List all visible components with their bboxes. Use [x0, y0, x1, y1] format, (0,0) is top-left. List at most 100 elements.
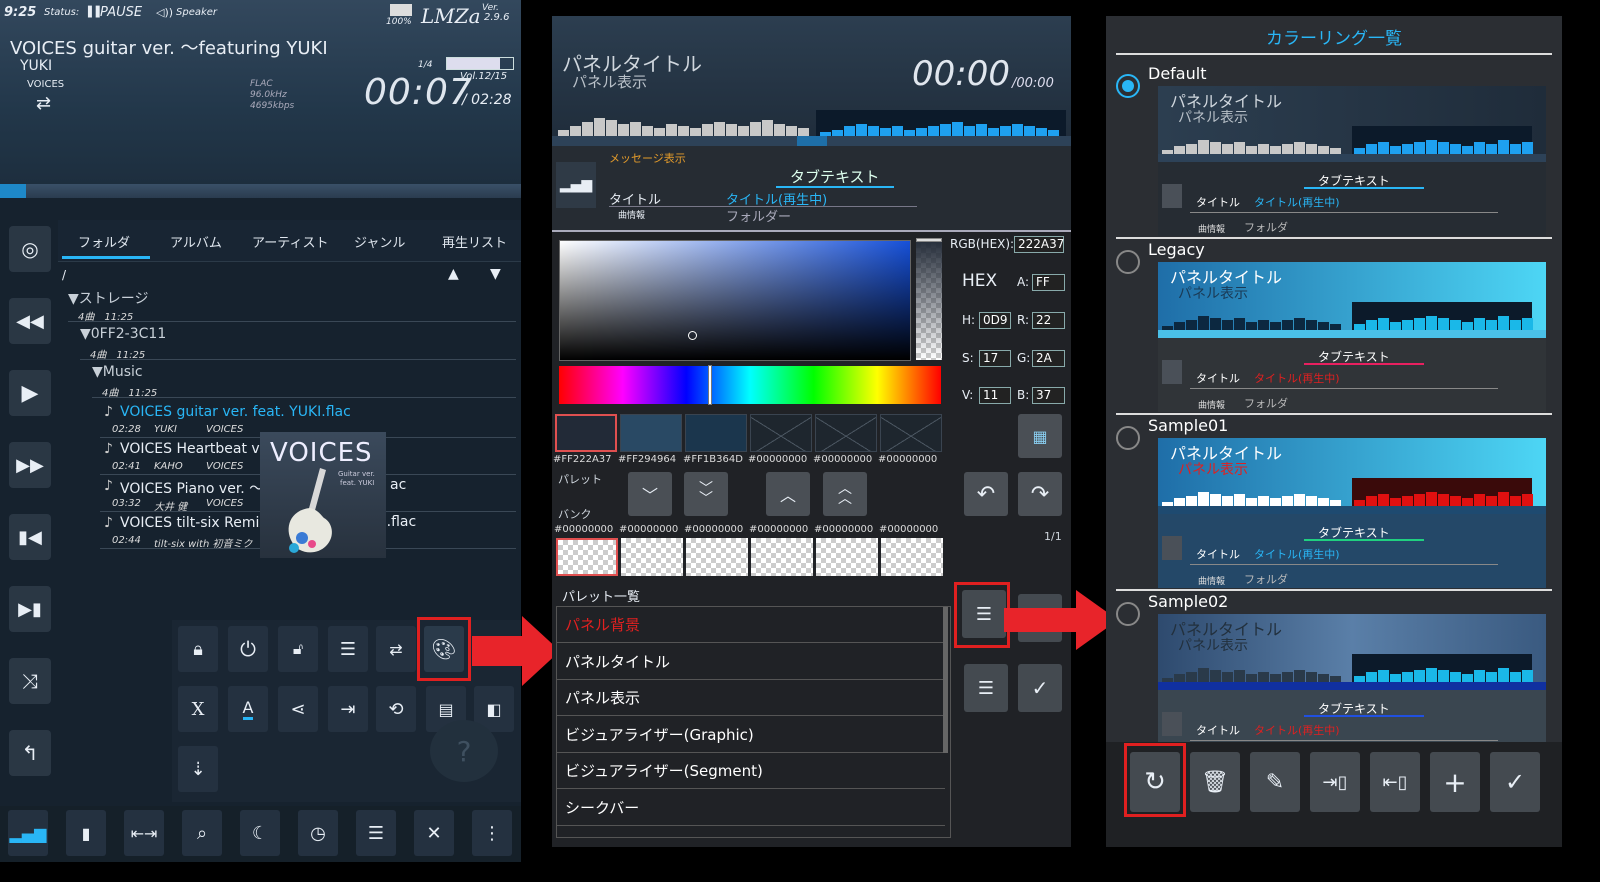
scroll-down-icon[interactable]: ▼ [490, 266, 501, 282]
add-button[interactable]: + [1430, 752, 1480, 812]
repeat-toggle-button[interactable]: ⟲ [376, 686, 416, 732]
unlock-button[interactable]: 🔓︎ [278, 626, 318, 672]
move-up-button[interactable]: ︿ [766, 472, 810, 516]
radio-button[interactable] [1116, 250, 1140, 274]
color-swatch[interactable] [750, 414, 812, 452]
color-swatch[interactable] [620, 414, 682, 452]
tag-button[interactable]: ▮ [66, 810, 106, 856]
apply-button[interactable]: ✓ [1490, 752, 1540, 812]
shuffle-button[interactable]: ⤨ [9, 658, 51, 704]
bank-swatch[interactable] [816, 538, 878, 576]
hue-slider[interactable] [559, 365, 941, 405]
tab-4[interactable]: 再生リスト [442, 232, 507, 251]
power-button[interactable]: ⏻ [228, 626, 268, 672]
color-swatch[interactable] [815, 414, 877, 452]
palette-list-item[interactable]: パネルタイトル [557, 644, 945, 680]
color-mode-label[interactable]: HEX [962, 271, 997, 291]
undo-button[interactable]: ↶ [964, 472, 1008, 516]
export-button[interactable]: ⇤▯ [1370, 752, 1420, 812]
color-swatch[interactable] [880, 414, 942, 452]
folder-node[interactable]: ▼Music [92, 364, 143, 380]
tab-2[interactable]: アーティスト [252, 232, 328, 251]
bank-swatch[interactable] [556, 538, 618, 576]
move-down-button[interactable]: ﹀ [628, 472, 672, 516]
ab-repeat-button[interactable]: ⇤⇥ [124, 810, 164, 856]
edit-button[interactable]: ✎ [1250, 752, 1300, 812]
color-swatch[interactable] [555, 414, 617, 452]
settings-sliders-button[interactable]: ☰ [356, 810, 396, 856]
import-button[interactable]: ⇥▯ [1310, 752, 1360, 812]
tab-1[interactable]: アルバム [170, 232, 222, 251]
tools-button[interactable]: ✕ [414, 810, 454, 856]
grid-palette-button[interactable]: ▦ [1018, 414, 1062, 458]
volume-bar[interactable] [446, 57, 514, 70]
saturation-input[interactable]: 17 [979, 350, 1011, 367]
sort-button[interactable]: ⇣ [178, 746, 218, 792]
blue-input[interactable]: 37 [1032, 387, 1065, 404]
sleep-timer-button[interactable]: ☾ [240, 810, 280, 856]
file-transfer-button[interactable]: ⇄ [376, 626, 416, 672]
saturation-value-picker[interactable] [559, 240, 911, 361]
red-input[interactable]: 22 [1032, 312, 1065, 329]
delete-button[interactable]: 🗑︎ [1190, 752, 1240, 812]
play-button[interactable]: ▶ [9, 370, 51, 416]
repeat-icon[interactable]: ⇄ [36, 93, 51, 114]
radio-button[interactable] [1116, 602, 1140, 626]
text-format-button[interactable]: X [178, 686, 218, 732]
next-button[interactable]: ▶▮ [9, 586, 51, 632]
palette-list-item[interactable]: シークバー [557, 790, 945, 826]
color-ring-item[interactable]: Sample01 パネルタイトル パネル表示 タブテキスト タイトル タイトル(再生中) 曲… [1106, 414, 1562, 591]
folder-up-button[interactable]: ↰ [9, 730, 51, 776]
color-ring-item[interactable]: Legacy パネルタイトル パネル表示 タブテキスト タイトル タイトル(再生中) 曲情報… [1106, 238, 1562, 415]
more-button[interactable]: ⋮ [472, 810, 512, 856]
palette-list-item[interactable]: ビジュアライザー(Graphic) [557, 717, 945, 753]
color-swatch[interactable] [685, 414, 747, 452]
radio-button[interactable] [1116, 74, 1140, 98]
tab-3[interactable]: ジャンル [354, 232, 405, 251]
bank-swatch[interactable] [686, 538, 748, 576]
lock-button[interactable]: 🔒︎ [178, 626, 218, 672]
value-input[interactable]: 11 [979, 387, 1011, 404]
picker-cursor[interactable] [688, 331, 697, 340]
alpha-slider[interactable] [916, 238, 942, 360]
list-button[interactable]: ☰ [964, 664, 1008, 712]
add-to-queue-button[interactable]: ⇥ [328, 686, 368, 732]
alpha-input[interactable]: FF [1032, 274, 1065, 291]
color-ring-item[interactable]: Sample02 パネルタイトル パネル表示 タブテキスト タイトル タイトル(再生中) [1106, 590, 1562, 766]
palette-list-item[interactable]: パネル背景 [557, 607, 945, 643]
fast-forward-button[interactable]: ▶▶ [9, 442, 51, 488]
hue-cursor[interactable] [708, 365, 712, 405]
previous-button[interactable]: ▮◀ [9, 514, 51, 560]
folder-node[interactable]: ▼ストレージ [68, 288, 149, 308]
font-color-button[interactable]: A [228, 686, 268, 732]
visualizer-mode-button[interactable]: ◎ [9, 226, 51, 272]
bank-swatch[interactable] [621, 538, 683, 576]
move-bottom-button[interactable]: ﹀ ﹀ [684, 472, 728, 516]
redo-button[interactable]: ↷ [1018, 472, 1062, 516]
help-button[interactable]: ? [430, 720, 498, 782]
search-button[interactable]: ⌕ [182, 810, 222, 856]
confirm-button[interactable]: ✓ [1018, 664, 1062, 712]
bank-swatch[interactable] [751, 538, 813, 576]
folder-node[interactable]: ▼0FF2-3C11 [80, 326, 166, 342]
palette-list-item[interactable]: ビジュアライザー(Segment) [557, 753, 945, 789]
radio-button[interactable] [1116, 426, 1140, 450]
seek-bar[interactable] [0, 184, 521, 198]
ring-preview-icon [1162, 536, 1182, 560]
bank-swatch[interactable] [881, 538, 943, 576]
rewind-button[interactable]: ◀◀ [9, 298, 51, 344]
hue-input[interactable]: 0D9 [979, 312, 1011, 329]
scroll-up-icon[interactable]: ▲ [448, 266, 459, 282]
alarm-button[interactable]: ◷ [298, 810, 338, 856]
palette-list-item[interactable]: パネル表示 [557, 680, 945, 716]
tab-0[interactable]: フォルダ [78, 232, 130, 251]
ring-visualizer-bar [1222, 144, 1233, 154]
palette-list-scrollbar[interactable] [943, 607, 948, 753]
rgb-hex-input[interactable]: 222A37 [1014, 236, 1064, 253]
equalizer-button[interactable]: ▂▄▆ [8, 810, 48, 856]
color-ring-item[interactable]: Default パネルタイトル パネル表示 タブテキスト タイトル タイトル(再生中) 曲情… [1106, 62, 1562, 239]
green-input[interactable]: 2A [1032, 350, 1065, 367]
queue-button[interactable]: ☰ [328, 626, 368, 672]
share-button[interactable]: ⋖ [278, 686, 318, 732]
move-top-button[interactable]: ︿ ︿ [823, 472, 867, 516]
